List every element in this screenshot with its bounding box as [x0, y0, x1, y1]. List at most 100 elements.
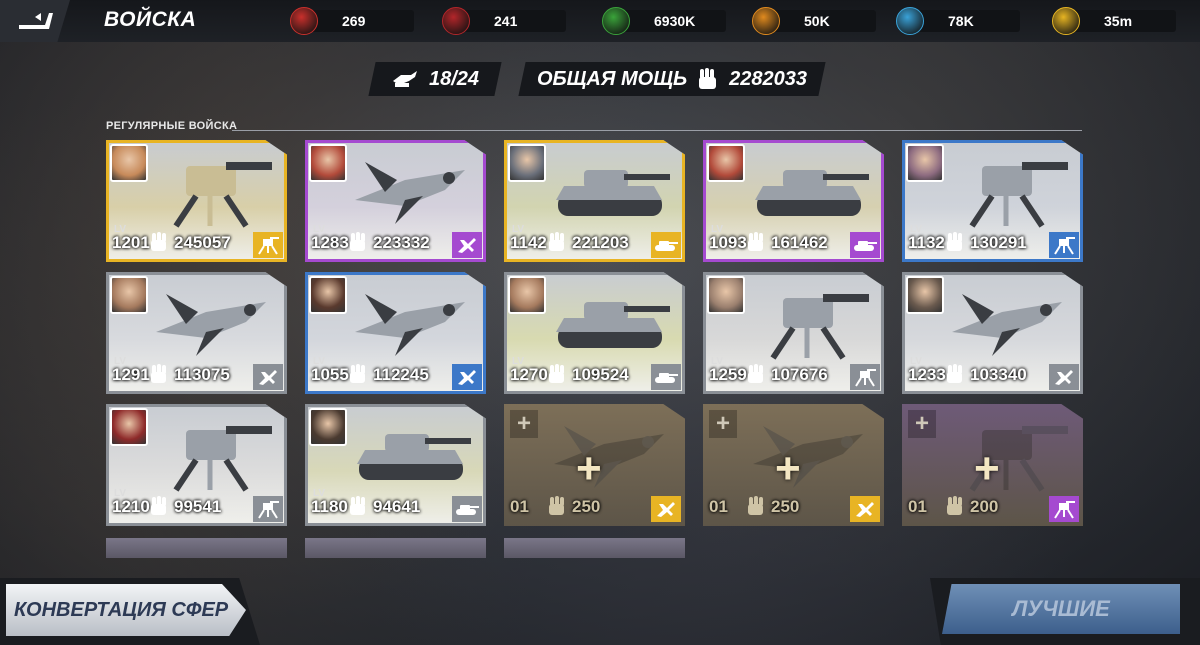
unit-image [743, 150, 873, 230]
unit-power: 94641 [373, 497, 421, 516]
unit-card[interactable]: LV 1270 109524 [504, 272, 685, 394]
power-fist-icon [946, 232, 964, 252]
unit-power: 107676 [771, 365, 828, 384]
unit-card-partial[interactable] [504, 538, 685, 558]
unit-type-mech-icon [850, 364, 880, 390]
unit-type-mech-icon [1049, 232, 1079, 258]
unit-power: 109524 [572, 365, 629, 384]
resource-mech-parts[interactable]: 50K [752, 6, 892, 36]
red-emblem-icon [442, 7, 470, 35]
power-fist-icon [150, 232, 168, 252]
unit-level: 1055 [311, 365, 349, 384]
unit-card[interactable]: LV 1180 94641 [305, 404, 486, 526]
unit-card[interactable]: LV 1055 112245 [305, 272, 486, 394]
top-bar: ВОЙСКА 269 241 6930K 50K 78K 35m [0, 0, 1200, 42]
resource-cards[interactable]: 269 [290, 6, 430, 36]
power-fist-icon [747, 496, 765, 516]
unit-card[interactable]: LV 1283 223332 [305, 140, 486, 262]
power-fist-icon [548, 496, 566, 516]
card-background [504, 538, 685, 558]
power-fist-icon [946, 496, 964, 516]
commander-avatar [508, 276, 546, 314]
add-unit-icon[interactable]: + [974, 444, 1000, 494]
unit-silhouette [544, 414, 674, 494]
add-icon: + [510, 410, 538, 438]
convert-spheres-button[interactable]: КОНВЕРТАЦИЯ СФЕР [6, 584, 246, 636]
resource-air-parts[interactable]: 78K [896, 6, 1036, 36]
commander-avatar [110, 276, 148, 314]
unit-power: 250 [771, 497, 800, 516]
orange-mech-icon [752, 7, 780, 35]
unit-level: 01 [510, 497, 529, 516]
commander-avatar [906, 276, 944, 314]
unit-type-air-icon [253, 364, 283, 390]
back-arrow-icon [19, 13, 53, 29]
unit-card[interactable]: LV 1201 245057 [106, 140, 287, 262]
unit-type-mech-icon [253, 496, 283, 522]
unit-image [743, 282, 873, 362]
unit-card[interactable]: LV 1233 103340 [902, 272, 1083, 394]
unit-card[interactable]: LV 1291 113075 [106, 272, 287, 394]
red-crate-icon [290, 7, 318, 35]
unit-level: 1233 [908, 365, 946, 384]
unit-power: 221203 [572, 233, 629, 252]
unit-type-air-icon [850, 496, 880, 522]
unit-image [345, 414, 475, 494]
unit-card-partial[interactable] [305, 538, 486, 558]
total-power-panel: ОБЩАЯ МОЩЬ 2282033 [518, 62, 826, 96]
unit-level: 1093 [709, 233, 747, 252]
unit-image [544, 150, 674, 230]
troops-icon [392, 71, 417, 87]
unit-card[interactable]: LV 1210 99541 [106, 404, 287, 526]
unit-count: 18/24 [428, 67, 480, 90]
resource-value: 35m [1104, 13, 1133, 29]
empty-unit-slot[interactable]: + +01 200 [902, 404, 1083, 526]
unit-type-mech-icon [1049, 496, 1079, 522]
best-units-button[interactable]: ЛУЧШИЕ [942, 584, 1180, 634]
unit-card[interactable]: LV 1259 107676 [703, 272, 884, 394]
resource-medals[interactable]: 241 [442, 6, 582, 36]
add-unit-icon[interactable]: + [775, 444, 801, 494]
unit-card[interactable]: LV 1093 161462 [703, 140, 884, 262]
card-background [106, 538, 287, 558]
unit-silhouette [942, 414, 1072, 494]
commander-avatar [309, 276, 347, 314]
unit-image [942, 282, 1072, 362]
commander-avatar [707, 144, 745, 182]
commander-avatar [508, 144, 546, 182]
unit-card[interactable]: LV 1132 130291 [902, 140, 1083, 262]
power-fist-icon [150, 364, 168, 384]
power-fist-icon [946, 364, 964, 384]
resource-value: 6930K [654, 13, 696, 29]
unit-level: 01 [908, 497, 927, 516]
unit-type-tank-icon [850, 232, 880, 258]
back-button[interactable] [0, 0, 70, 42]
unit-power: 161462 [771, 233, 828, 252]
resource-tank-parts[interactable]: 6930K [602, 6, 742, 36]
unit-level: 01 [709, 497, 728, 516]
add-icon: + [908, 410, 936, 438]
unit-card-partial[interactable] [106, 538, 287, 558]
commander-avatar [906, 144, 944, 182]
unit-power: 99541 [174, 497, 222, 516]
power-fist-icon [747, 364, 765, 384]
resource-gold[interactable]: 35m [1052, 6, 1192, 36]
unit-level: 1270 [510, 365, 548, 384]
unit-power: 245057 [174, 233, 231, 252]
unit-image [345, 282, 475, 362]
power-fist-icon [349, 364, 367, 384]
power-fist-icon [747, 232, 765, 252]
unit-level: 1201 [112, 233, 150, 252]
commander-avatar [707, 276, 745, 314]
empty-unit-slot[interactable]: + +01 250 [504, 404, 685, 526]
unit-level: 1142 [510, 233, 547, 252]
fist-icon [699, 68, 717, 89]
resource-value: 78K [948, 13, 974, 29]
unit-card[interactable]: LV 1142 221203 [504, 140, 685, 262]
add-unit-icon[interactable]: + [576, 444, 602, 494]
blue-jet-icon [896, 7, 924, 35]
unit-image [942, 150, 1072, 230]
empty-unit-slot[interactable]: + +01 250 [703, 404, 884, 526]
unit-image [146, 150, 276, 230]
unit-image [146, 282, 276, 362]
